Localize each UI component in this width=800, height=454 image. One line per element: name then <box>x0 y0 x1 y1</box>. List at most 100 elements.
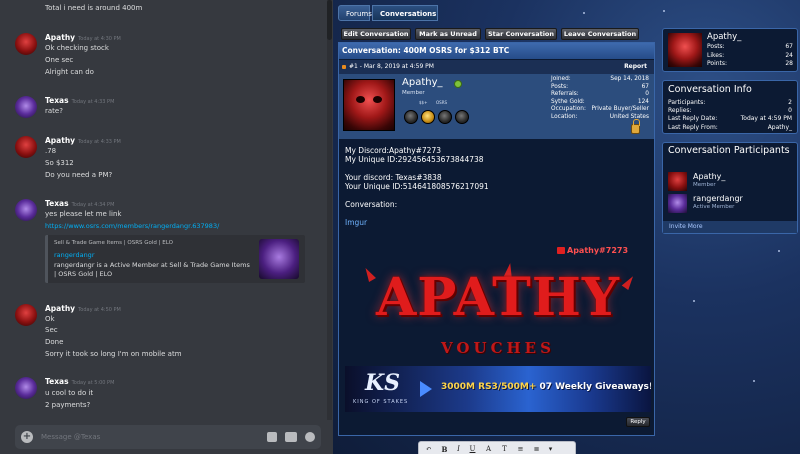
report-link[interactable]: Report <box>624 60 647 74</box>
stat-value: 124 <box>637 98 649 105</box>
gif-icon[interactable] <box>285 432 297 442</box>
stat-label: Likes: <box>707 51 725 59</box>
info-row: Participants: 2 <box>668 99 792 107</box>
conversation-info-rows: Participants: 2 Replies: 0 Last Reply Date… <box>668 99 792 132</box>
participant-name[interactable]: Apathy_ <box>693 172 725 181</box>
embed-site-name: Sell & Trade Game Items | OSRS Gold | EL… <box>54 240 173 246</box>
timestamp: Today at 5:00 PM <box>71 380 115 386</box>
stat-label: Location: <box>551 113 578 120</box>
panel-title: Conversation Participants <box>668 145 790 156</box>
participant-item[interactable]: rangerdangr Active Member <box>668 194 793 214</box>
trophy-badge-icon <box>404 110 418 124</box>
participant-rank: Active Member <box>693 204 735 210</box>
conversation-thread: Conversation: 400M OSRS for $312 BTC #1 … <box>338 42 655 436</box>
background-star <box>583 12 585 14</box>
emoji-icon[interactable] <box>305 432 315 442</box>
stat-label: Posts: <box>707 43 725 50</box>
more-options-chevron-icon[interactable]: ▾ <box>545 444 556 454</box>
stat-value: 67 <box>641 83 649 90</box>
visitor-name[interactable]: Apathy_ <box>707 32 741 42</box>
info-label: Last Reply From: <box>668 123 718 131</box>
leave-conversation-button[interactable]: Leave Conversation <box>561 28 639 40</box>
invite-more-link[interactable]: Invite More <box>663 221 797 233</box>
participant-item[interactable]: Apathy_ Member <box>668 172 793 192</box>
participant-avatar[interactable] <box>668 194 687 213</box>
stat-value: Sep 14, 2018 <box>610 76 649 82</box>
gift-icon[interactable] <box>267 432 277 442</box>
info-row: Last Reply From: Apathy_ <box>668 124 792 132</box>
message-link[interactable]: https://www.osrs.com/members/rangerdangr… <box>45 222 219 230</box>
stat-label: Referrals: <box>551 91 579 98</box>
align-left-icon[interactable]: ≡ <box>515 444 526 454</box>
underline-button[interactable]: U <box>467 444 478 454</box>
stat-label: Joined: <box>551 76 571 82</box>
avatar[interactable] <box>15 136 37 158</box>
avatar[interactable] <box>15 304 37 326</box>
info-row: Replies: 0 <box>668 107 792 115</box>
timestamp: Today at 4:30 PM <box>78 36 121 42</box>
avatar[interactable] <box>15 377 37 399</box>
post-number-date[interactable]: #1 - Mar 8, 2019 at 4:59 PM <box>349 60 434 74</box>
info-label: Participants: <box>668 99 706 106</box>
post-username[interactable]: Apathy_ <box>402 77 443 88</box>
info-value[interactable]: Apathy_ <box>768 124 792 132</box>
user-avatar[interactable] <box>343 79 395 131</box>
scrollbar-thumb[interactable] <box>327 0 332 40</box>
undo-icon[interactable]: ↶ <box>423 444 434 454</box>
message-text: yes please let me link <box>45 210 122 218</box>
font-color-button[interactable]: A <box>483 444 494 454</box>
king-of-stakes-banner[interactable]: KS KING OF STAKES 3000M RS3/500M+ 07 Wee… <box>345 366 651 412</box>
message-input[interactable] <box>41 429 251 445</box>
embed-description: rangerdangr is a Active Member at Sell &… <box>54 261 250 278</box>
background-star <box>778 250 780 252</box>
stat-row: Posts: 67 <box>707 43 793 52</box>
timestamp: Today at 4:33 PM <box>78 139 121 145</box>
chat-scrollbar[interactable] <box>327 0 332 420</box>
message-text: Do you need a PM? <box>45 171 113 179</box>
participant-avatar[interactable] <box>668 172 687 191</box>
online-status-icon <box>454 80 462 88</box>
signature-banner[interactable]: Apathy#7273 APATHY VOUCHES <box>345 245 651 365</box>
avatar[interactable] <box>15 33 37 55</box>
timestamp: Today at 4:34 PM <box>71 202 115 208</box>
mark-unread-button[interactable]: Mark as Unread <box>415 28 481 40</box>
stat-row: Likes: 24 <box>707 52 793 61</box>
stat-label: Sythe Gold: <box>551 98 585 105</box>
timestamp: Today at 4:50 PM <box>78 307 121 313</box>
reply-button[interactable]: Reply <box>626 417 650 427</box>
avatar[interactable] <box>15 199 37 221</box>
visitor-panel: Apathy_ Posts: 67 Likes: 24 Points: 28 <box>662 28 798 72</box>
arrow-icon <box>420 381 432 397</box>
author-name[interactable]: Apathy <box>45 136 75 145</box>
bold-button[interactable]: B <box>439 444 450 454</box>
conversation-info-panel: Conversation Info Participants: 2 Replies… <box>662 80 798 134</box>
font-size-button[interactable]: T <box>499 444 510 454</box>
imgur-link[interactable]: Imgur <box>345 218 367 228</box>
stat-label: Points: <box>707 60 728 67</box>
visitor-avatar[interactable] <box>668 33 702 67</box>
breadcrumb-conversations[interactable]: Conversations <box>372 5 438 21</box>
signature-subtitle: VOUCHES <box>441 339 555 357</box>
star-conversation-button[interactable]: Star Conversation <box>485 28 557 40</box>
participant-name[interactable]: rangerdangr <box>693 194 743 203</box>
ks-tagline: KING OF STAKES <box>353 399 409 405</box>
message-text: Alright can do <box>45 68 94 76</box>
ks-promo-text: 07 Weekly Giveaways! <box>536 382 651 392</box>
italic-button[interactable]: I <box>453 444 464 454</box>
author-name[interactable]: Texas <box>45 377 69 386</box>
post-status-icon <box>342 65 346 69</box>
embed-thumbnail[interactable] <box>259 239 299 279</box>
avatar[interactable] <box>15 96 37 118</box>
author-name[interactable]: Texas <box>45 199 69 208</box>
edit-conversation-button[interactable]: Edit Conversation <box>341 28 411 40</box>
author-name[interactable]: Texas <box>45 96 69 105</box>
breadcrumb-forums[interactable]: Forums <box>338 5 372 21</box>
add-attachment-icon[interactable]: + <box>21 431 33 443</box>
list-icon[interactable]: ≣ <box>531 444 542 454</box>
author-name[interactable]: Apathy <box>45 33 75 42</box>
panel-title: Conversation Info <box>668 84 752 95</box>
vouch-badge-icon <box>455 110 469 124</box>
embed-title-link[interactable]: rangerdangr <box>54 251 95 259</box>
message-text: Sorry it took so long I'm on mobile atm <box>45 350 182 358</box>
author-name[interactable]: Apathy <box>45 304 75 313</box>
